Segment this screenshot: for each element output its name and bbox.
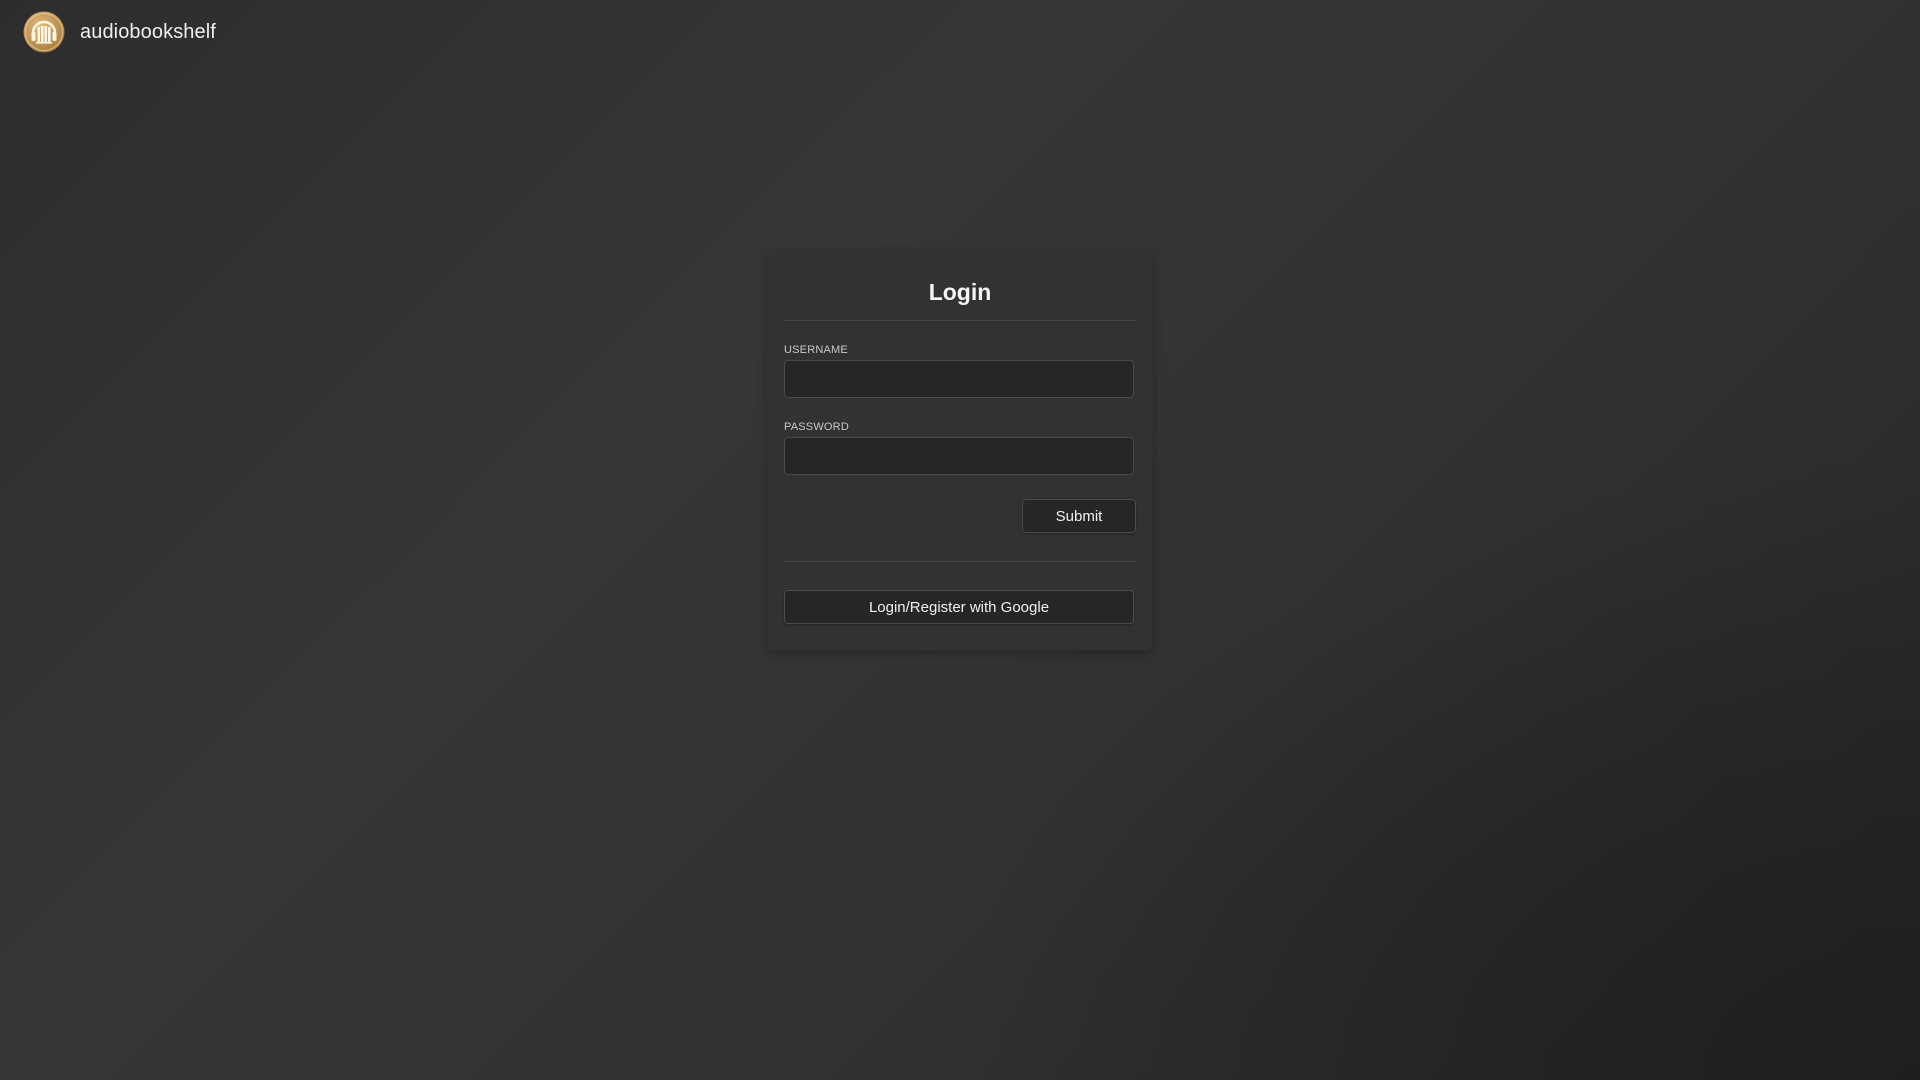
submit-row: Submit (784, 499, 1136, 533)
audiobookshelf-logo-icon[interactable] (23, 11, 65, 53)
username-input[interactable] (784, 360, 1134, 398)
login-title: Login (928, 279, 992, 305)
oauth-divider (784, 561, 1136, 562)
password-input[interactable] (784, 437, 1134, 475)
password-label: Password (784, 421, 849, 433)
google-login-button[interactable]: Login/Register with Google (784, 590, 1134, 624)
submit-button[interactable]: Submit (1022, 499, 1136, 533)
app-title[interactable]: audiobookshelf (80, 21, 216, 44)
top-bar: audiobookshelf (0, 0, 216, 64)
password-field-group: Password (784, 420, 1136, 475)
login-card: Login Username Password Submit Login/Reg… (768, 254, 1152, 650)
username-label: Username (784, 344, 848, 356)
login-form: Username Password Submit (784, 321, 1136, 533)
username-field-group: Username (784, 343, 1136, 398)
